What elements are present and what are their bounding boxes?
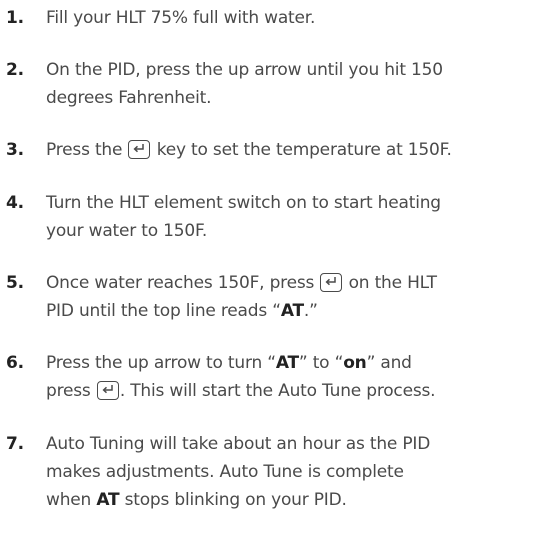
step-6-rest: . This will start the Auto Tune process.: [119, 381, 436, 401]
step-7-rest: stops blinking on your PID.: [124, 490, 347, 510]
step-number: 6.: [6, 353, 24, 373]
step-3: 3. Press the key to set the temperature …: [0, 136, 556, 164]
step-number: 5.: [6, 273, 24, 293]
step-1: 1. Fill your HLT 75% full with water.: [0, 4, 556, 32]
step-7-line-2: makes adjustments. Auto Tune is complete: [46, 462, 404, 482]
enter-key-icon: [96, 381, 119, 400]
step-number: 4.: [6, 193, 24, 213]
step-3-after: key to set the temperature at 150F.: [156, 140, 452, 160]
step-5-at: AT: [280, 301, 304, 321]
enter-key-icon: [128, 140, 151, 159]
step-4-line-1: Turn the HLT element switch on to start …: [46, 193, 441, 213]
step-4-line-2: your water to 150F.: [46, 221, 208, 241]
step-1-text: Fill your HLT 75% full with water.: [46, 8, 316, 28]
step-7: 7. Auto Tuning will take about an hour a…: [0, 430, 556, 514]
step-4: 4. Turn the HLT element switch on to sta…: [0, 189, 556, 245]
step-6-a: Press the up arrow to turn “: [46, 353, 276, 373]
step-text: On the PID, press the up arrow until you…: [46, 56, 556, 112]
enter-key-icon: [320, 273, 343, 292]
step-5-before: Once water reaches 150F, press: [46, 273, 315, 293]
step-6-at: AT: [275, 353, 299, 373]
step-7-at: AT: [96, 490, 120, 510]
step-2: 2. On the PID, press the up arrow until …: [0, 56, 556, 112]
step-2-line-1: On the PID, press the up arrow until you…: [46, 60, 443, 80]
step-5-line-2-before: PID until the top line reads “: [46, 301, 281, 321]
step-number: 3.: [6, 140, 24, 160]
step-number: 1.: [6, 8, 24, 28]
step-5-after: on the HLT: [348, 273, 437, 293]
step-5-line-2-after: .”: [303, 301, 318, 321]
step-7-line-1: Auto Tuning will take about an hour as t…: [46, 434, 431, 454]
step-text: Fill your HLT 75% full with water.: [46, 4, 556, 32]
step-text: Press the key to set the temperature at …: [46, 136, 556, 164]
step-6-d: ” and: [366, 353, 412, 373]
step-3-before: Press the: [46, 140, 123, 160]
step-7-when: when: [46, 490, 92, 510]
step-6-on: on: [343, 353, 367, 373]
step-6-c: ” to “: [298, 353, 344, 373]
step-6: 6. Press the up arrow to turn “AT” to “o…: [0, 349, 556, 405]
step-5: 5. Once water reaches 150F, press on the…: [0, 269, 556, 325]
step-number: 2.: [6, 60, 24, 80]
step-text: Press the up arrow to turn “AT” to “on” …: [46, 349, 556, 405]
step-2-line-2: degrees Fahrenheit.: [46, 88, 212, 108]
step-text: Auto Tuning will take about an hour as t…: [46, 430, 556, 514]
step-number: 7.: [6, 434, 24, 454]
step-6-press: press: [46, 381, 91, 401]
step-text: Once water reaches 150F, press on the HL…: [46, 269, 556, 325]
step-text: Turn the HLT element switch on to start …: [46, 189, 556, 245]
